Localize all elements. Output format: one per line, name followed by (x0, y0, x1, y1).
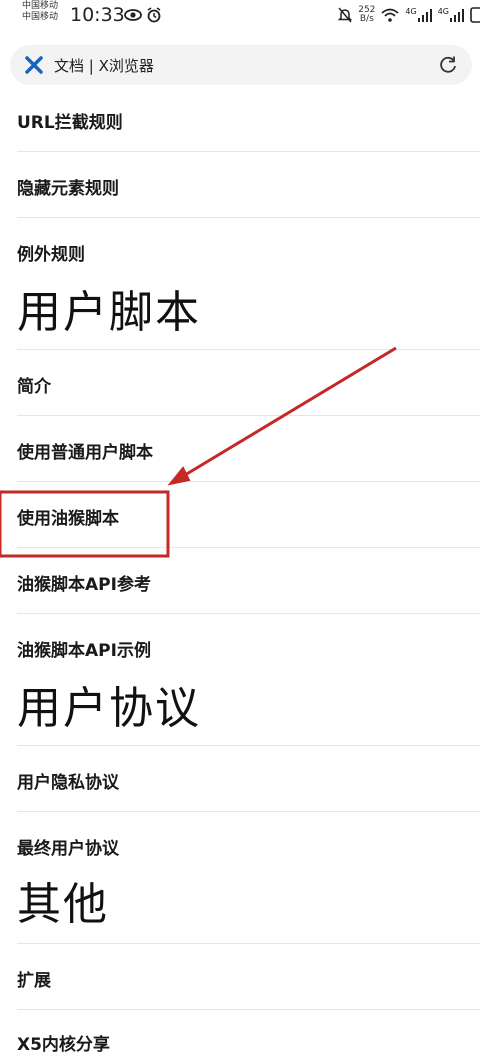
status-bar: 中国移动 中国移动 10:33 252 B/s 4G 4G (0, 0, 480, 30)
carrier-labels: 中国移动 中国移动 (22, 1, 58, 23)
doc-link-label: 例外规则 (17, 245, 85, 265)
doc-link-label: 简介 (17, 377, 51, 397)
signal-icon (417, 9, 432, 22)
net-speed: 252 B/s (358, 6, 375, 24)
divider (17, 349, 480, 350)
divider (17, 151, 480, 152)
doc-link-label: 用户隐私协议 (17, 773, 119, 793)
doc-link-label: 使用油猴脚本 (17, 509, 119, 529)
divider (17, 811, 480, 812)
eye-icon (124, 9, 142, 21)
signal-1: 4G (405, 7, 432, 22)
battery-icon (470, 7, 480, 23)
pointer-arrow (179, 346, 397, 480)
divider (17, 547, 480, 548)
status-left-icons (124, 6, 162, 24)
divider (17, 415, 480, 416)
divider (17, 745, 480, 746)
divider (17, 943, 480, 944)
signal-1-label: 4G (405, 7, 417, 16)
refresh-icon[interactable] (438, 55, 458, 75)
carrier-2: 中国移动 (22, 12, 59, 22)
section-heading-other: 其他 (17, 879, 109, 930)
doc-link-label: 扩展 (17, 971, 51, 991)
doc-link-label: URL拦截规则 (17, 113, 123, 133)
x-browser-logo-icon (25, 56, 43, 74)
net-speed-unit: B/s (359, 14, 374, 24)
doc-link-label: 使用普通用户脚本 (17, 443, 153, 463)
divider (17, 1009, 480, 1010)
status-time: 10:33 (70, 4, 125, 26)
divider (17, 481, 480, 482)
doc-link-label: X5内核分享 (17, 1035, 110, 1055)
doc-link-label: 隐藏元素规则 (17, 179, 119, 199)
doc-link-label: 油猴脚本API参考 (17, 575, 151, 595)
doc-link-label: 最终用户协议 (17, 839, 119, 859)
doc-link-label: 油猴脚本API示例 (17, 641, 151, 661)
section-heading-user-agreement: 用户协议 (17, 683, 201, 734)
address-bar[interactable]: 文档 | X浏览器 (10, 45, 472, 85)
mute-icon (338, 7, 353, 23)
wifi-icon (381, 8, 399, 22)
page-title: 文档 | X浏览器 (54, 56, 154, 75)
divider (17, 613, 480, 614)
carrier-1: 中国移动 (22, 1, 59, 11)
alarm-icon (147, 7, 161, 23)
status-right-icons: 252 B/s 4G 4G (338, 5, 480, 25)
signal-2-label: 4G (437, 7, 449, 16)
divider (17, 217, 480, 218)
section-heading-user-scripts: 用户脚本 (17, 287, 201, 338)
signal-icon (450, 9, 464, 22)
signal-2: 4G (438, 8, 464, 22)
